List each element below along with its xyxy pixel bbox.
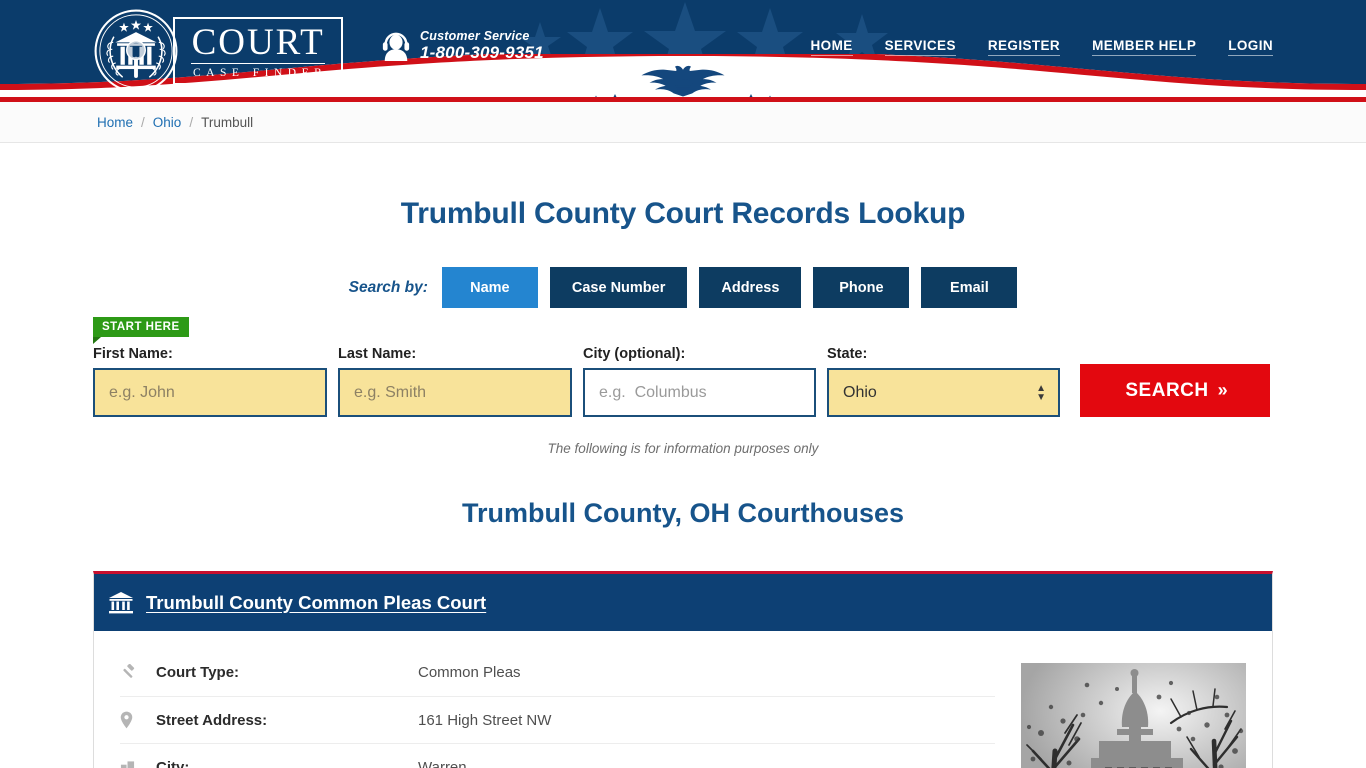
- breadcrumb-ohio[interactable]: Ohio: [153, 115, 182, 130]
- tab-phone[interactable]: Phone: [813, 267, 910, 308]
- city-label: City (optional):: [583, 346, 686, 362]
- city-input[interactable]: [583, 368, 816, 417]
- double-chevron-right-icon: »: [1217, 380, 1228, 400]
- disclaimer-text: The following is for information purpose…: [547, 441, 819, 456]
- court-detail-label: Street Address:: [156, 711, 268, 729]
- courthouse-bank-icon: [109, 591, 133, 613]
- court-detail-label: City:: [156, 758, 190, 768]
- breadcrumb-home[interactable]: Home: [97, 115, 133, 130]
- state-select[interactable]: Ohio: [827, 368, 1060, 417]
- court-card-header: Trumbull County Common Pleas Court: [94, 574, 1272, 631]
- nav-member-help[interactable]: MEMBER HELP: [1092, 38, 1197, 56]
- tab-name[interactable]: Name: [441, 267, 538, 308]
- last-name-label: Last Name:: [338, 346, 417, 362]
- search-by-label: Search by:: [348, 278, 428, 296]
- logo-subtitle: CASE FINDER: [193, 67, 328, 80]
- search-type-tabs: Search by: Name Case Number Address Phon…: [93, 267, 1273, 308]
- nav-register[interactable]: REGISTER: [987, 38, 1061, 56]
- first-name-field-group: First Name:: [93, 346, 327, 417]
- start-here-badge: START HERE: [93, 317, 189, 344]
- header-red-divider: [0, 97, 1366, 102]
- headset-support-icon: [382, 32, 410, 61]
- gavel-icon: [120, 664, 156, 681]
- customer-service-label: Customer Service: [420, 29, 530, 43]
- courthouse-photo-image: [1021, 663, 1246, 768]
- logo-divider: [191, 63, 326, 65]
- nav-login[interactable]: LOGIN: [1228, 38, 1273, 56]
- nav-services[interactable]: SERVICES: [884, 38, 956, 56]
- breadcrumb-separator-2: /: [189, 114, 194, 130]
- court-card-body: Court Type: Common Pleas Street Address:…: [94, 631, 1272, 768]
- map-pin-icon: [120, 711, 156, 729]
- last-name-input[interactable]: [338, 368, 572, 417]
- logo-wordmark: COURT CASE FINDER: [173, 16, 344, 86]
- state-label: State:: [827, 346, 868, 362]
- search-button[interactable]: SEARCH »: [1080, 364, 1270, 417]
- breadcrumb-separator-1: /: [141, 114, 145, 130]
- courthouse-photo: [1021, 649, 1246, 768]
- court-detail-value: Warren: [418, 758, 467, 768]
- tab-email[interactable]: Email: [921, 267, 1018, 308]
- search-button-label: SEARCH: [1125, 379, 1209, 401]
- court-seal-icon: [94, 9, 178, 93]
- court-detail-value: Common Pleas: [418, 664, 521, 681]
- site-logo[interactable]: COURT CASE FINDER: [93, 8, 344, 94]
- logo-title: COURT: [191, 21, 325, 63]
- tab-address[interactable]: Address: [699, 267, 802, 308]
- tab-case-number[interactable]: Case Number: [549, 267, 688, 308]
- section-title-courthouses: Trumbull County, OH Courthouses: [462, 498, 904, 528]
- court-card: Trumbull County Common Pleas Court Court…: [93, 571, 1273, 768]
- first-name-label: First Name:: [93, 346, 173, 362]
- first-name-input[interactable]: [93, 368, 327, 417]
- court-detail-row: Court Type: Common Pleas: [120, 649, 995, 696]
- court-detail-row: Street Address: 161 High Street NW: [120, 696, 995, 743]
- main-content: Trumbull County Court Records Lookup Sea…: [93, 197, 1273, 768]
- customer-service-phone[interactable]: 1-800-309-9351: [420, 44, 544, 62]
- city-field-group: City (optional):: [583, 346, 816, 417]
- nav-home[interactable]: HOME: [810, 38, 853, 56]
- page-title: Trumbull County Court Records Lookup: [400, 197, 966, 230]
- site-header: COURT CASE FINDER Customer Service 1-800…: [0, 0, 1366, 102]
- customer-service-block[interactable]: Customer Service 1-800-309-9351: [381, 29, 544, 62]
- breadcrumb: Home / Ohio / Trumbull: [93, 115, 1273, 130]
- breadcrumb-current: Trumbull: [201, 114, 254, 130]
- court-detail-label: Court Type:: [156, 664, 240, 681]
- court-detail-row: City: Warren: [120, 743, 995, 768]
- state-field-group: State: Ohio ▲ ▼: [827, 346, 1060, 417]
- main-navigation: HOME SERVICES REGISTER MEMBER HELP LOGIN: [810, 38, 1273, 56]
- breadcrumb-bar: Home / Ohio / Trumbull: [0, 102, 1366, 143]
- city-icon: [120, 760, 156, 768]
- court-detail-value: 161 High Street NW: [418, 711, 552, 729]
- last-name-field-group: Last Name:: [338, 346, 572, 417]
- court-card-title-link[interactable]: Trumbull County Common Pleas Court: [146, 592, 486, 614]
- search-form: START HERE First Name: Last Name: City (…: [93, 317, 1273, 417]
- court-detail-list: Court Type: Common Pleas Street Address:…: [120, 649, 1021, 768]
